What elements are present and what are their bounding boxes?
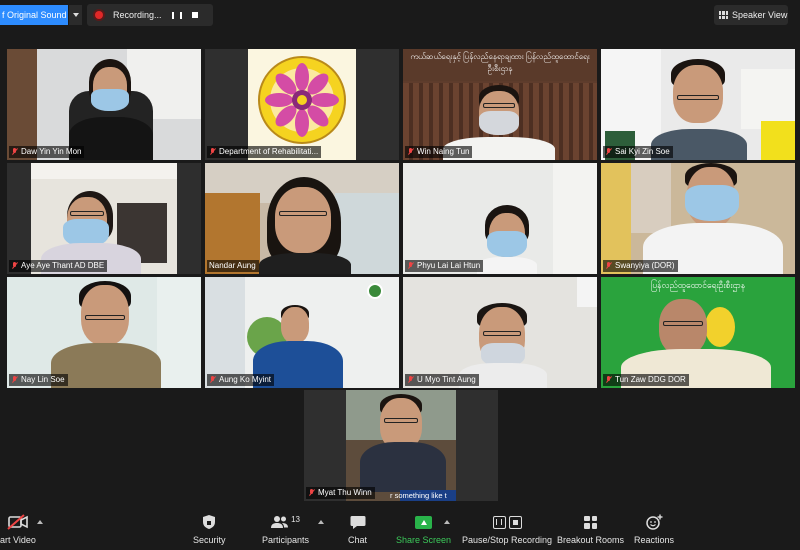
start-video-button[interactable]: art Video	[0, 514, 36, 545]
reactions-button[interactable]: Reactions	[634, 514, 674, 545]
video-tile[interactable]: Swanyiya (DOR)	[601, 163, 795, 274]
people-icon: 13	[271, 514, 300, 530]
participant-name: Myat Thu Winn	[318, 488, 372, 497]
record-dot-icon	[95, 11, 103, 19]
pause-stop-recording-label: Pause/Stop Recording	[462, 535, 553, 545]
participant-name: Nay Lin Soe	[21, 375, 65, 384]
reactions-label: Reactions	[634, 535, 675, 545]
muted-mic-icon	[407, 148, 414, 156]
breakout-rooms-button[interactable]: Breakout Rooms	[557, 514, 624, 545]
participant-nameplate: Nay Lin Soe	[9, 374, 68, 386]
recording-indicator: Recording...	[87, 4, 213, 26]
recording-label: Recording...	[113, 10, 162, 20]
video-tile[interactable]: r something like t Myat Thu Winn	[304, 390, 498, 501]
original-sound-label[interactable]: f Original Sound	[0, 5, 68, 25]
video-options-caret-icon[interactable]	[37, 520, 43, 524]
share-screen-button[interactable]: Share Screen	[396, 514, 451, 545]
video-tile[interactable]: Department of Rehabilitati...	[205, 49, 399, 160]
muted-mic-icon	[11, 148, 18, 156]
video-tile[interactable]: Nay Lin Soe	[7, 277, 201, 388]
participant-name: Swanyiya (DOR)	[615, 261, 675, 270]
muted-mic-icon	[308, 489, 315, 497]
pause-stop-icon	[492, 514, 522, 530]
muted-mic-icon	[605, 148, 612, 156]
muted-mic-icon	[209, 148, 216, 156]
participant-name: Aung Ko Myint	[219, 375, 272, 384]
participants-count: 13	[291, 514, 300, 524]
participant-name: Daw Yin Yin Mon	[21, 147, 82, 156]
participant-name: Win Naing Tun	[417, 147, 470, 156]
participant-name: Tun Zaw DDG DOR	[615, 375, 686, 384]
participant-nameplate: Tun Zaw DDG DOR	[603, 374, 689, 386]
speaker-view-label: Speaker View	[732, 10, 788, 20]
participants-label: Participants	[262, 535, 310, 545]
breakout-rooms-label: Breakout Rooms	[557, 535, 625, 545]
top-bar: f Original Sound Recording... Speaker Vi…	[0, 0, 800, 30]
chat-bubble-icon	[350, 514, 366, 530]
banner-text: ကယ်ဆယ်ရေးနှင့် ပြန်လည်နေရာချထား ပြန်လည်ထ…	[403, 49, 597, 81]
participant-name: Sai Kyi Zin Soe	[615, 147, 670, 156]
caption-text: r something like t	[390, 491, 447, 500]
participant-nameplate: Phyu Lai Lai Htun	[405, 260, 484, 272]
chevron-down-icon[interactable]	[68, 5, 82, 25]
grid-icon	[719, 11, 728, 19]
share-screen-icon	[415, 514, 433, 530]
video-off-icon	[7, 514, 29, 530]
breakout-rooms-icon	[584, 514, 598, 530]
video-tile[interactable]: U Myo Tint Aung	[403, 277, 597, 388]
muted-mic-icon	[11, 376, 18, 384]
speaker-view-button[interactable]: Speaker View	[714, 5, 788, 25]
video-tile[interactable]: ပြန်လည်ထူထောင်ရေးဦးစီးဌာန Tun Zaw DDG DO…	[601, 277, 795, 388]
participant-nameplate: Aung Ko Myint	[207, 374, 275, 386]
video-tile[interactable]: Aye Aye Thant AD DBE	[7, 163, 201, 274]
muted-mic-icon	[11, 262, 18, 270]
participants-button[interactable]: 13 Participants	[262, 514, 310, 546]
security-label: Security	[193, 535, 226, 545]
video-tile[interactable]: Sai Kyi Zin Soe	[601, 49, 795, 160]
muted-mic-icon	[407, 376, 414, 384]
participant-nameplate: Win Naing Tun	[405, 146, 473, 158]
participant-nameplate: U Myo Tint Aung	[405, 374, 479, 386]
participant-nameplate: Daw Yin Yin Mon	[9, 146, 85, 158]
muted-mic-icon	[605, 262, 612, 270]
participant-nameplate: Sai Kyi Zin Soe	[603, 146, 673, 158]
video-tile[interactable]: Aung Ko Myint	[205, 277, 399, 388]
smiley-plus-icon	[645, 514, 663, 530]
video-tile[interactable]: Phyu Lai Lai Htun	[403, 163, 597, 274]
participants-options-caret-icon[interactable]	[318, 520, 324, 524]
start-video-label: art Video	[0, 535, 36, 545]
participant-name: Aye Aye Thant AD DBE	[21, 261, 105, 270]
muted-mic-icon	[605, 376, 612, 384]
shield-icon	[202, 514, 216, 530]
video-tile[interactable]: ကယ်ဆယ်ရေးနှင့် ပြန်လည်နေရာချထား ပြန်လည်ထ…	[403, 49, 597, 160]
video-tile-active-speaker[interactable]: Nandar Aung	[205, 163, 399, 274]
department-logo	[258, 56, 346, 144]
participant-nameplate: Swanyiya (DOR)	[603, 260, 678, 272]
share-screen-label: Share Screen	[396, 535, 452, 545]
participant-name: U Myo Tint Aung	[417, 375, 476, 384]
participant-name: Nandar Aung	[209, 261, 256, 270]
share-options-caret-icon[interactable]	[444, 520, 450, 524]
chat-label: Chat	[348, 535, 368, 545]
muted-mic-icon	[209, 376, 216, 384]
meeting-toolbar: art Video Security 13 Participants Chat …	[0, 508, 800, 550]
pause-stop-recording-button[interactable]: Pause/Stop Recording	[462, 514, 552, 545]
stop-recording-icon[interactable]	[187, 7, 203, 23]
pause-recording-icon[interactable]	[169, 7, 185, 23]
participant-nameplate: Myat Thu Winn	[306, 487, 375, 499]
video-tile[interactable]: Daw Yin Yin Mon	[7, 49, 201, 160]
participant-nameplate: Department of Rehabilitati...	[207, 146, 322, 158]
participant-nameplate: Nandar Aung	[207, 260, 259, 272]
participant-nameplate: Aye Aye Thant AD DBE	[9, 260, 108, 272]
participant-name: Department of Rehabilitati...	[219, 147, 319, 156]
muted-mic-icon	[407, 262, 414, 270]
original-sound-toggle[interactable]: f Original Sound	[0, 5, 82, 25]
security-button[interactable]: Security	[193, 514, 226, 545]
chat-button[interactable]: Chat	[348, 514, 367, 545]
participant-name: Phyu Lai Lai Htun	[417, 261, 481, 270]
